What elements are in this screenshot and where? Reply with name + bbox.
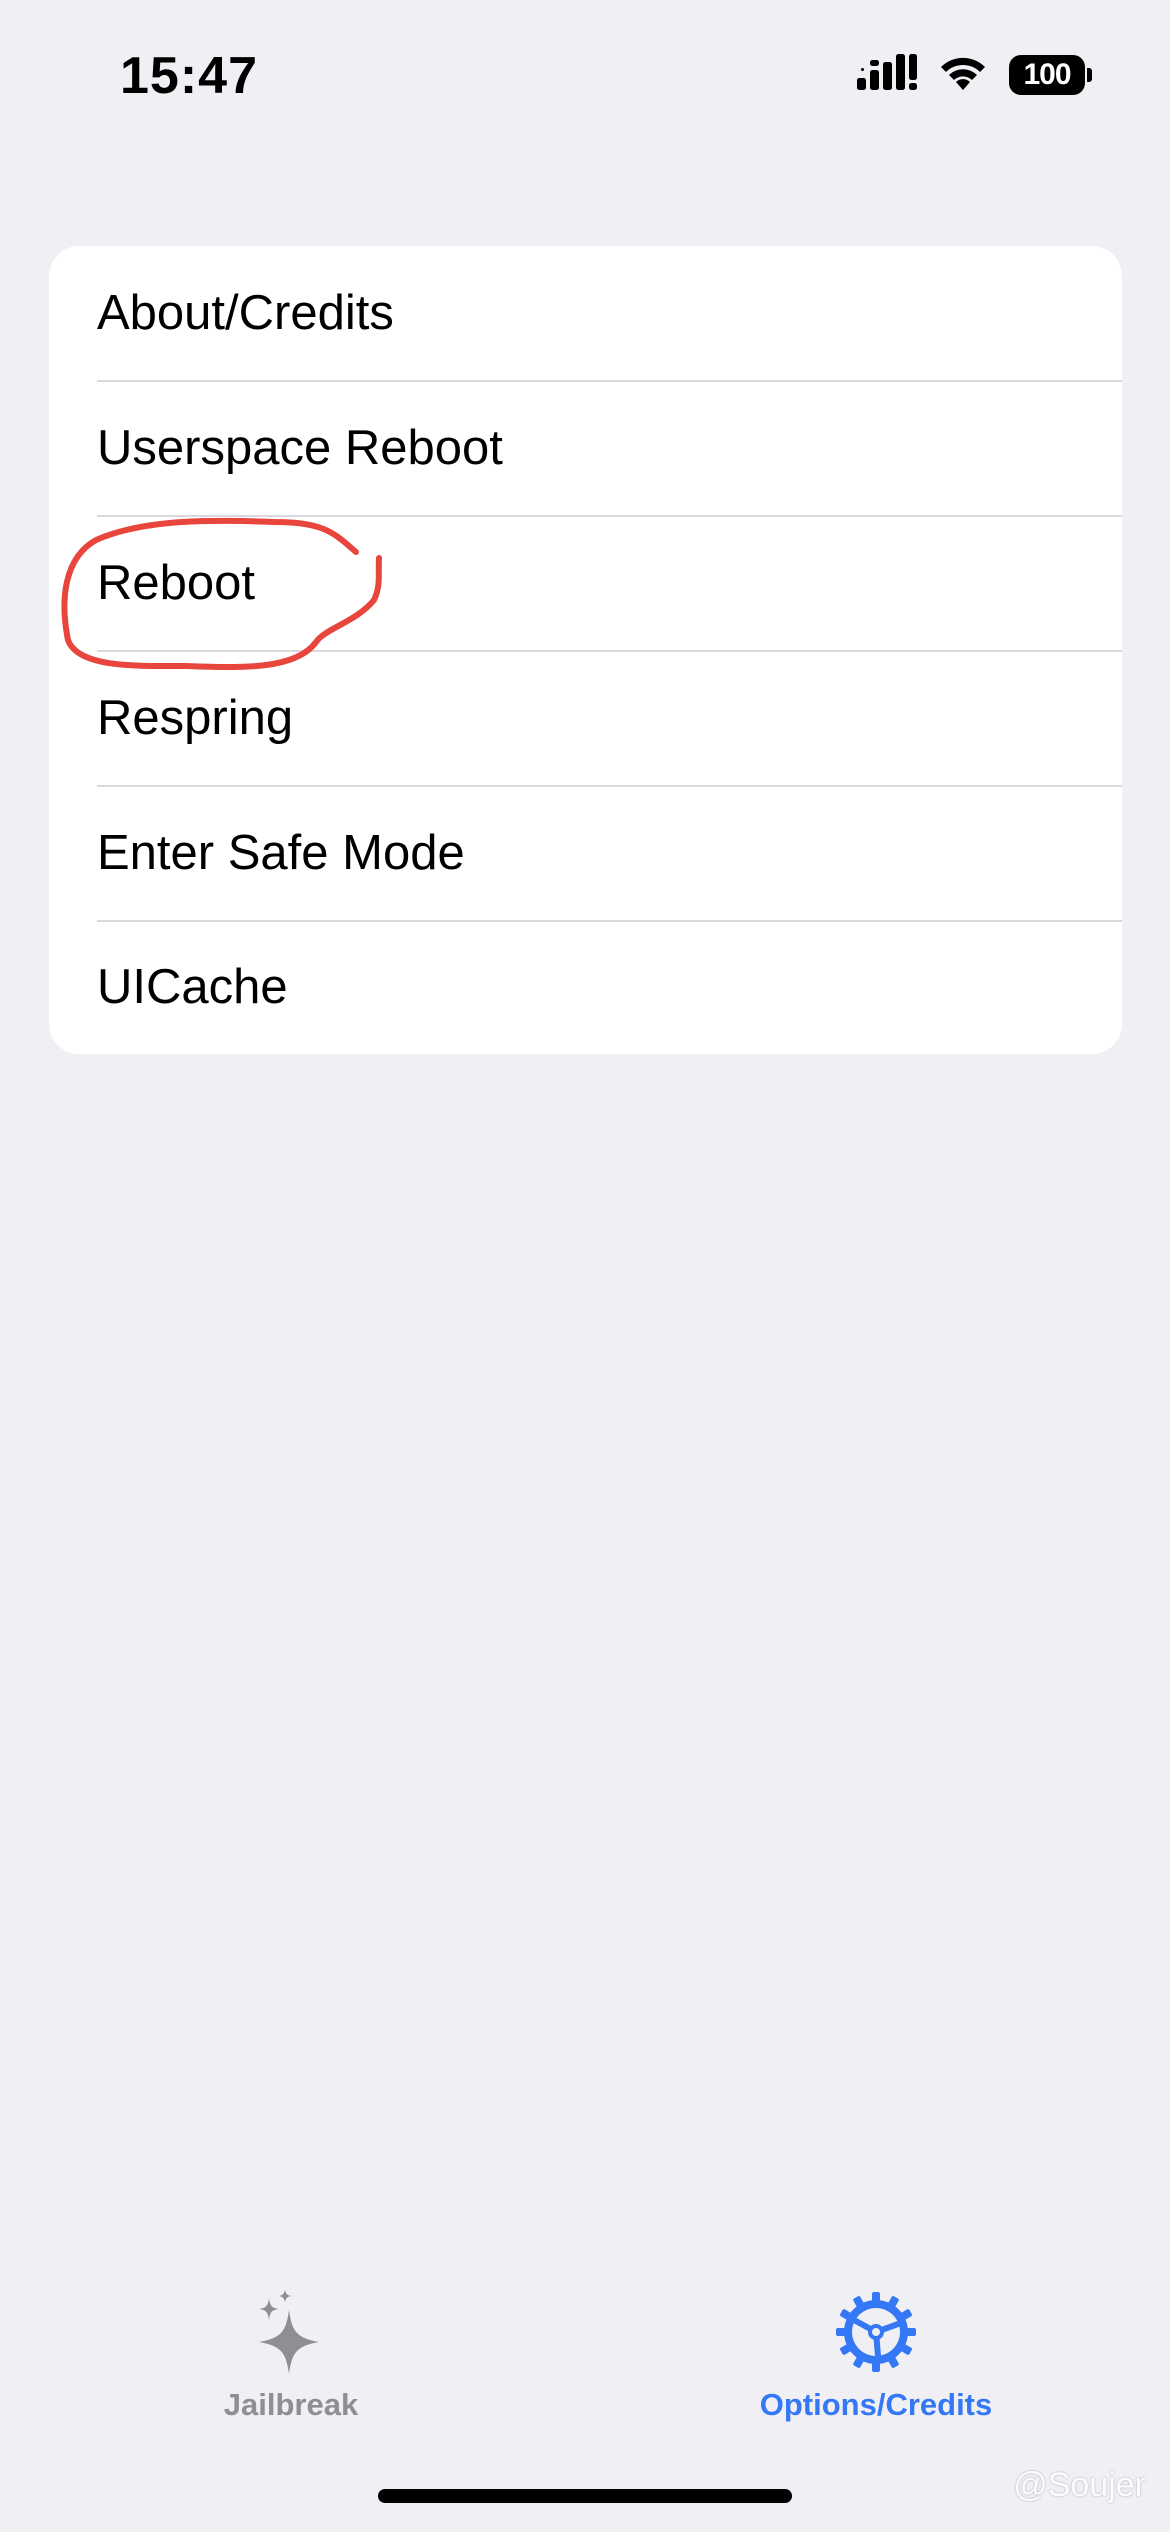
status-icons: 100 [857, 52, 1092, 97]
tab-options-credits-label: Options/Credits [759, 2387, 993, 2422]
gear-icon [834, 2290, 918, 2379]
options-menu: About/Credits Userspace Reboot Reboot Re… [49, 246, 1122, 1054]
battery-tip [1087, 67, 1092, 82]
menu-item-reboot[interactable]: Reboot [49, 515, 1122, 650]
tab-options-credits[interactable]: Options/Credits [726, 2290, 1026, 2423]
status-bar: 15:47 100 [0, 0, 1170, 150]
wifi-icon [937, 52, 989, 97]
menu-item-about-credits[interactable]: About/Credits [49, 246, 1122, 380]
watermark: @Soujer [1013, 2466, 1146, 2504]
tab-jailbreak[interactable]: Jailbreak [141, 2290, 441, 2423]
sparkles-icon [251, 2290, 331, 2379]
tab-jailbreak-label: Jailbreak [223, 2387, 359, 2422]
status-time: 15:47 [120, 47, 258, 105]
menu-item-uicache[interactable]: UICache [49, 920, 1122, 1054]
home-indicator[interactable] [378, 2489, 792, 2503]
cellular-signal-icon [857, 52, 917, 97]
battery-icon: 100 [1009, 54, 1092, 95]
menu-item-userspace-reboot[interactable]: Userspace Reboot [49, 380, 1122, 515]
menu-item-enter-safe-mode[interactable]: Enter Safe Mode [49, 785, 1122, 920]
battery-level: 100 [1009, 54, 1085, 95]
menu-item-respring[interactable]: Respring [49, 650, 1122, 785]
